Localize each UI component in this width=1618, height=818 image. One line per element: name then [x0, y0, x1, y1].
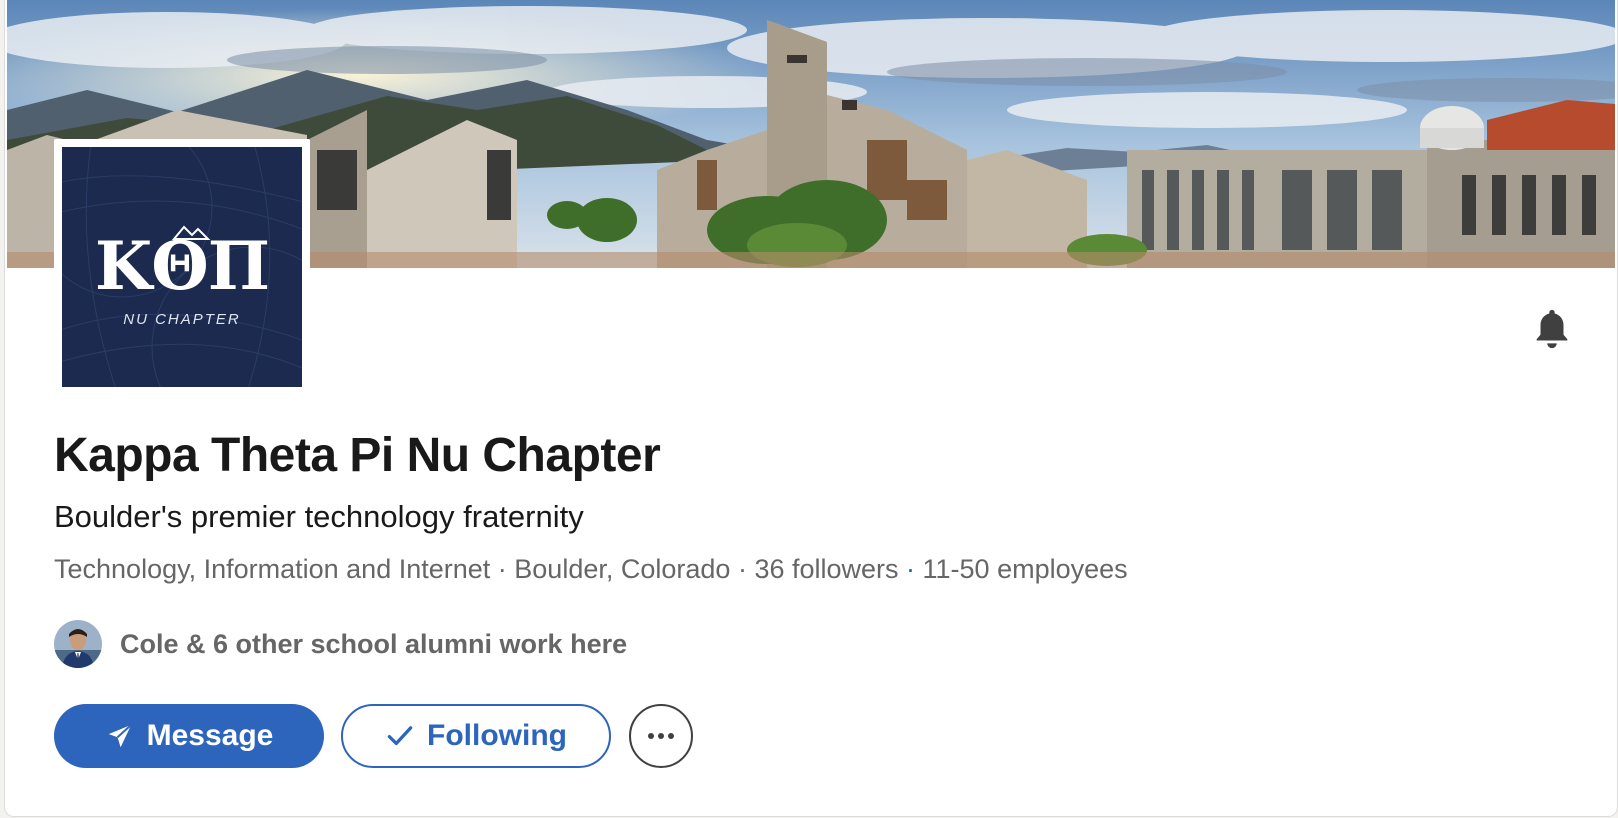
company-industry: Technology, Information and Internet [54, 554, 491, 584]
alumni-link[interactable]: Cole & 6 other school alumni work here [54, 619, 627, 669]
send-icon [108, 724, 132, 748]
checkmark-icon [387, 726, 413, 746]
company-tagline: Boulder's premier technology fraternity [54, 499, 584, 534]
company-logo: ΚΘΠ NU CHAPTER [62, 147, 302, 387]
meta-separator: · [898, 554, 923, 584]
alumni-text: Cole & 6 other school alumni work here [120, 628, 628, 659]
page-title: Kappa Theta Pi Nu Chapter [54, 429, 661, 482]
ellipsis-icon [648, 733, 674, 739]
company-page-card: ΚΘΠ NU CHAPTER Kappa Theta Pi Nu Chapter… [4, 0, 1618, 817]
message-button[interactable]: Message [54, 704, 324, 768]
meta-separator: · [490, 554, 515, 584]
company-meta: Technology, Information and Internet · B… [54, 551, 1128, 587]
company-logo-frame[interactable]: ΚΘΠ NU CHAPTER [54, 139, 310, 395]
following-button-label: Following [427, 719, 567, 752]
logo-letters: ΚΘΠ [94, 227, 270, 305]
message-button-label: Message [146, 719, 274, 752]
more-actions-button[interactable] [629, 704, 693, 768]
employees-link[interactable]: 11-50 employees [923, 554, 1128, 584]
meta-separator: · [730, 554, 755, 584]
logo-subtitle: NU CHAPTER [123, 311, 241, 328]
bell-icon[interactable] [1529, 306, 1575, 352]
following-button[interactable]: Following [341, 704, 611, 768]
company-location: Boulder, Colorado [514, 554, 731, 584]
followers-link[interactable]: 36 followers [754, 554, 898, 584]
avatar [54, 620, 102, 668]
